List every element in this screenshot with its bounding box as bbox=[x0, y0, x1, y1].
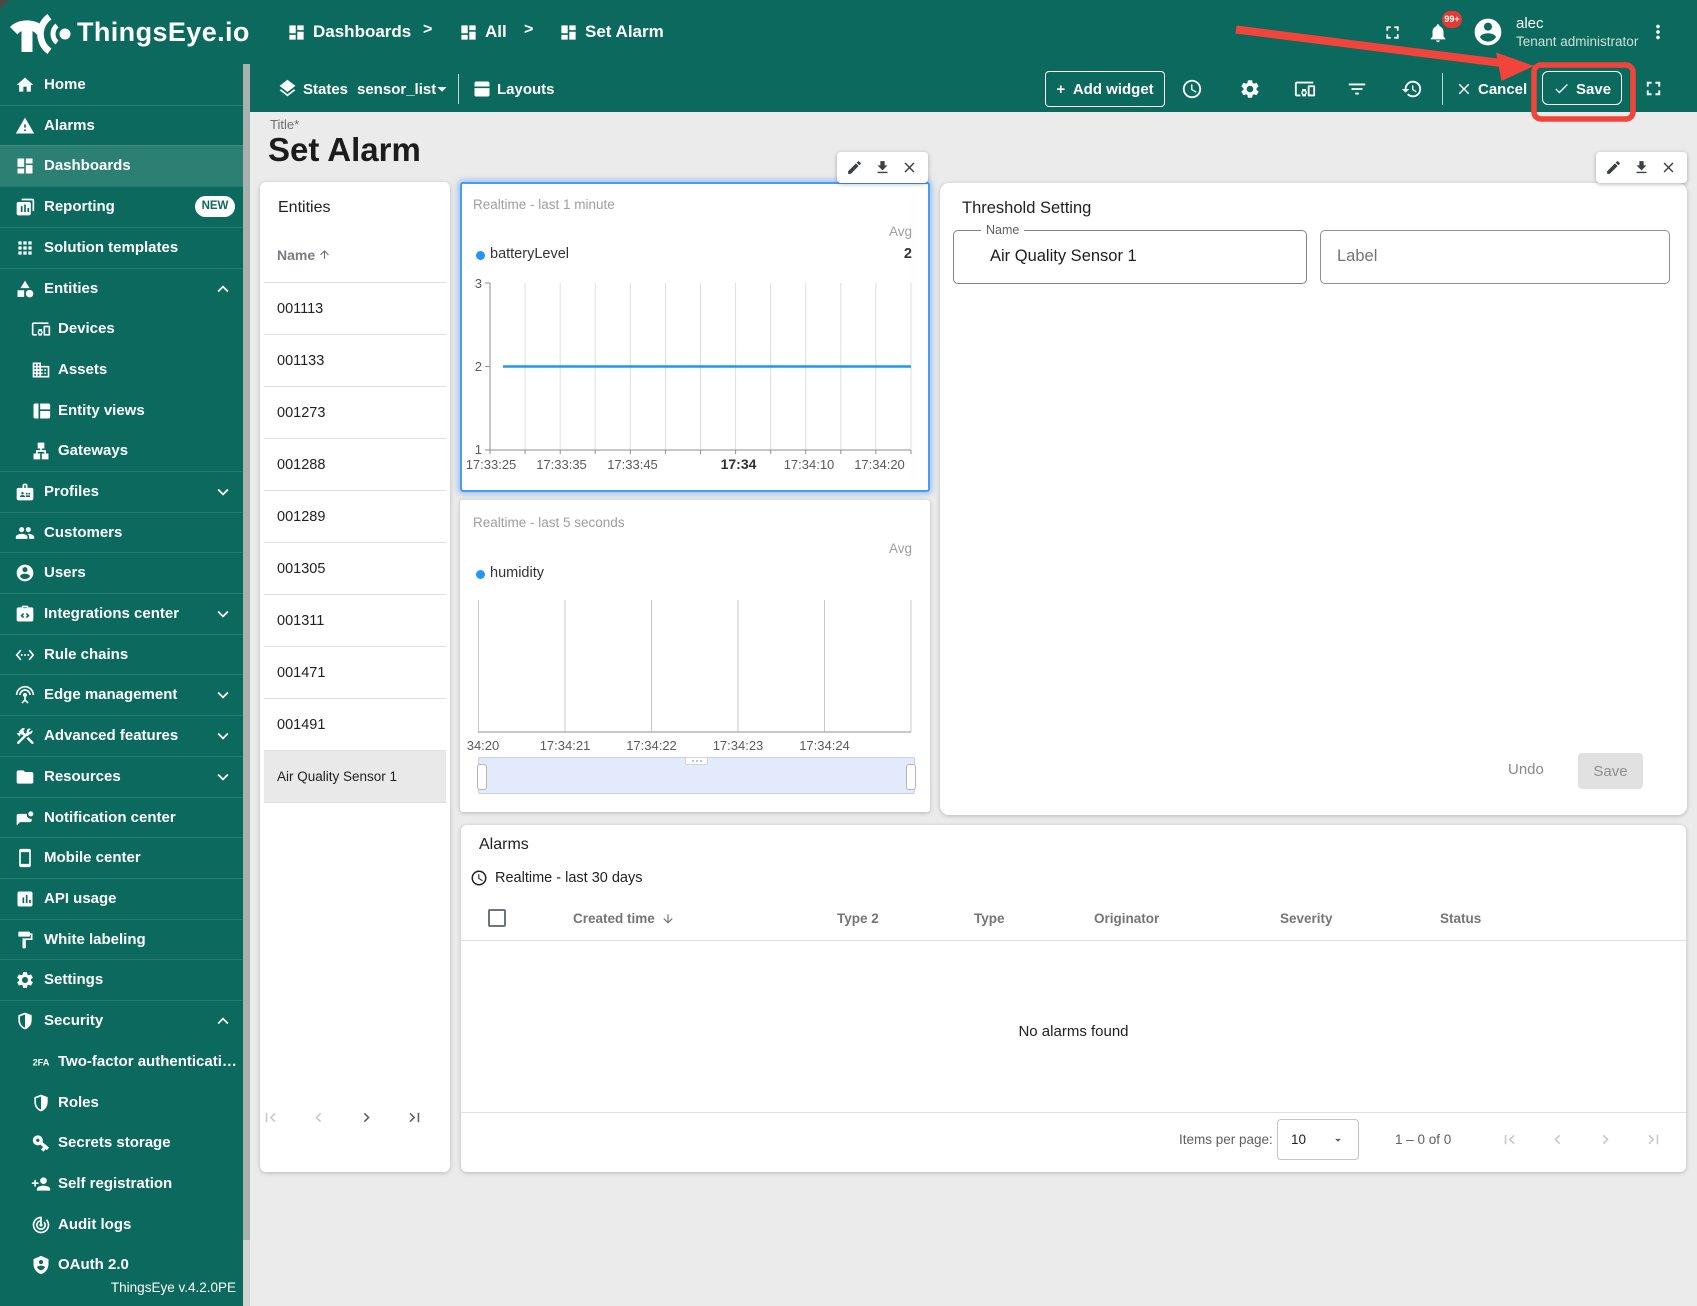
svg-text:2: 2 bbox=[475, 359, 482, 374]
svg-text:17:34:24: 17:34:24 bbox=[799, 738, 850, 753]
svg-text:1: 1 bbox=[475, 442, 482, 457]
svg-text:17:34:20: 17:34:20 bbox=[854, 457, 905, 472]
svg-text:17:34:22: 17:34:22 bbox=[626, 738, 677, 753]
svg-text:17:34:21: 17:34:21 bbox=[540, 738, 591, 753]
svg-text:17:33:45: 17:33:45 bbox=[607, 457, 658, 472]
svg-text:34:20: 34:20 bbox=[467, 738, 500, 753]
svg-text:3: 3 bbox=[475, 276, 482, 291]
svg-text:17:33:25: 17:33:25 bbox=[466, 457, 517, 472]
svg-text:17:34:10: 17:34:10 bbox=[784, 457, 835, 472]
svg-text:17:34:23: 17:34:23 bbox=[713, 738, 764, 753]
svg-text:17:34: 17:34 bbox=[721, 456, 757, 472]
svg-text:17:33:35: 17:33:35 bbox=[536, 457, 587, 472]
